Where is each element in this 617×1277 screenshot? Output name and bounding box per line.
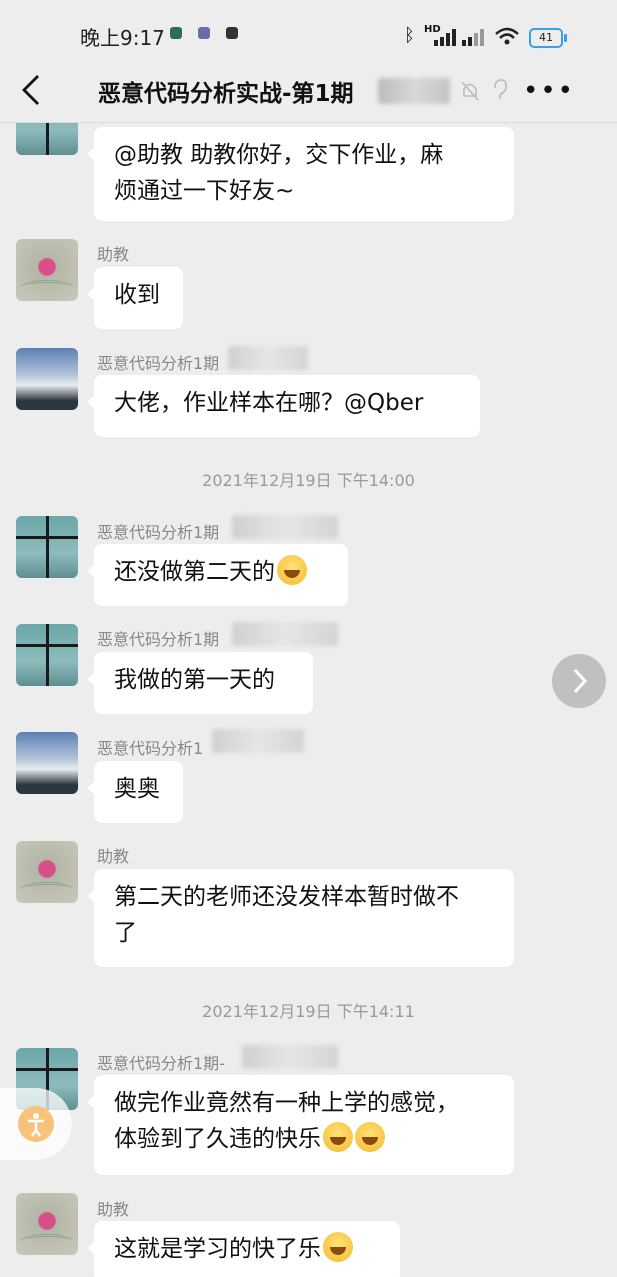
message-text: 我做的第一天的	[114, 667, 275, 693]
message-bubble[interactable]: 大佬，作业样本在哪？@Qber	[87, 375, 480, 437]
message-text: 烦通过一下好友~	[114, 178, 295, 204]
timestamp: 2021年12月19日 下午14:00	[202, 471, 415, 490]
accessibility-icon	[18, 1106, 54, 1142]
avatar[interactable]	[16, 239, 78, 301]
back-arrow-icon[interactable]	[18, 72, 48, 108]
avatar[interactable]	[16, 1193, 78, 1255]
chat-title: 恶意代码分析实战-第1期	[98, 81, 354, 107]
message-text: @助教 助教你好，交下作业，麻	[114, 142, 444, 168]
message-text: 第二天的老师还没发样本暂时做不	[114, 884, 459, 910]
message-bubble[interactable]: 这就是学习的快了乐	[87, 1221, 400, 1277]
chevron-right-icon	[573, 668, 588, 694]
timestamp: 2021年12月19日 下午14:11	[202, 1002, 415, 1021]
message-bubble[interactable]: 还没做第二天的	[87, 544, 348, 606]
mute-bell-icon	[461, 81, 479, 101]
redacted-name	[228, 346, 308, 370]
redacted-name	[212, 729, 304, 753]
message-text: 做完作业竟然有一种上学的感觉，	[114, 1090, 459, 1116]
sender-name: 恶意代码分析1期-	[97, 1054, 225, 1073]
message-bubble[interactable]: 我做的第一天的	[87, 652, 313, 714]
laughing-emoji-icon	[277, 555, 307, 585]
redacted-name	[232, 515, 338, 539]
app-notification-icon	[226, 27, 238, 39]
chat-header: 恶意代码分析实战-第1期 •••	[0, 58, 617, 123]
avatar[interactable]	[16, 123, 78, 155]
signal-icon	[434, 29, 484, 46]
message-text: 还没做第二天的	[114, 554, 328, 590]
sender-name: 助教	[97, 1200, 130, 1219]
next-button[interactable]	[552, 654, 606, 708]
message-bubble[interactable]: 做完作业竟然有一种上学的感觉， 体验到了久违的快乐	[87, 1075, 514, 1175]
redacted-name	[232, 622, 338, 646]
sender-name: 恶意代码分析1期	[97, 630, 220, 649]
message-bubble[interactable]: 第二天的老师还没发样本暂时做不 了	[87, 869, 514, 967]
grinning-emoji-icon	[355, 1122, 385, 1152]
chat-message-list[interactable]: @助教 助教你好，交下作业，麻 烦通过一下好友~ 助教 收到 恶意代码分析1期 …	[0, 123, 617, 1277]
sender-name: 恶意代码分析1期	[97, 354, 220, 373]
redacted-title-part	[378, 78, 450, 104]
thinking-emoji-icon	[323, 1232, 353, 1262]
more-icon[interactable]: •••	[523, 76, 575, 106]
avatar[interactable]	[16, 732, 78, 794]
grinning-emoji-icon	[323, 1122, 353, 1152]
message-text: 大佬，作业样本在哪？@Qber	[114, 390, 424, 416]
sender-name: 助教	[97, 847, 130, 866]
avatar[interactable]	[16, 348, 78, 410]
app-notification-icon	[198, 27, 210, 39]
app-notification-icon	[170, 27, 182, 39]
accessibility-floating-button[interactable]	[0, 1088, 72, 1160]
bluetooth-icon: ᛒ	[404, 25, 415, 46]
sender-name: 恶意代码分析1期	[97, 523, 220, 542]
message-text: 收到	[114, 282, 160, 308]
status-time: 晚上9:17	[80, 26, 165, 50]
avatar[interactable]	[16, 841, 78, 903]
earpiece-icon	[494, 79, 507, 100]
message-text: 体验到了久违的快乐	[114, 1121, 494, 1157]
battery-indicator: 41	[529, 28, 567, 48]
avatar[interactable]	[16, 624, 78, 686]
message-text: 这就是学习的快了乐	[114, 1231, 380, 1267]
message-bubble[interactable]: 收到	[87, 267, 183, 329]
sender-name: 恶意代码分析1	[97, 739, 204, 758]
avatar[interactable]	[16, 516, 78, 578]
message-text: 了	[114, 920, 137, 946]
sender-name: 助教	[97, 245, 130, 264]
message-bubble[interactable]: 奥奥	[87, 761, 183, 823]
redacted-name	[242, 1045, 338, 1069]
wifi-icon	[495, 27, 519, 45]
message-bubble[interactable]: @助教 助教你好，交下作业，麻 烦通过一下好友~	[87, 127, 514, 221]
message-text: 奥奥	[114, 776, 160, 802]
